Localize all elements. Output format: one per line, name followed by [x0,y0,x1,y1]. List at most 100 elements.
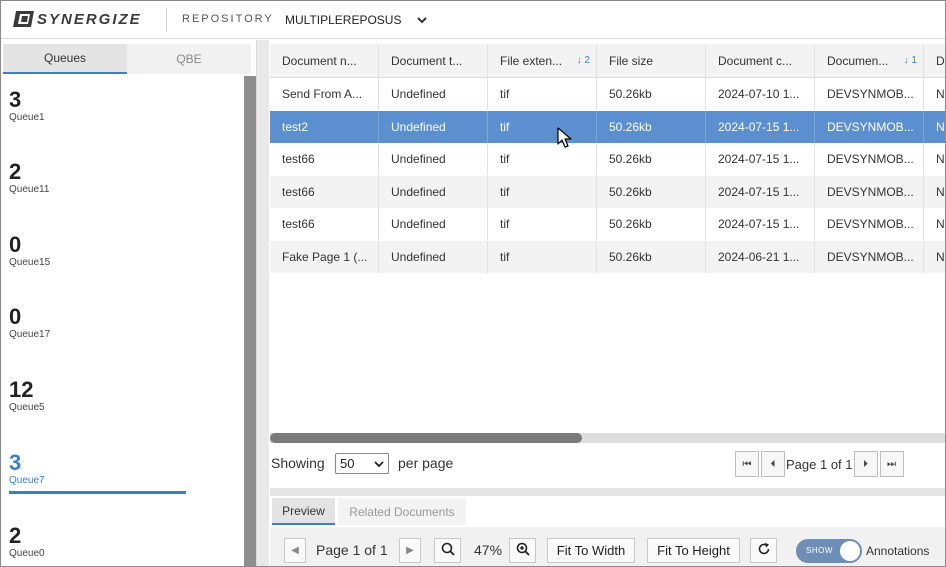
queue-count: 3 [9,87,22,112]
cell-file-extension: tif [488,143,597,175]
first-page-button[interactable]: ⏮ [735,451,759,477]
cell-file-extension: tif [488,110,597,143]
cell-document-created: 2024-07-15 1... [706,208,815,240]
queue-item-queue5[interactable]: 12 Queue5 [9,378,239,414]
column-header-file-extension[interactable]: File exten... ↓ 2 [488,44,597,78]
last-page-button[interactable]: ⏭ [879,451,904,477]
column-header-document-type[interactable]: Document t... [379,44,488,78]
chevron-down-icon [415,13,429,30]
table-row[interactable]: Fake Page 1 (... Undefined tif 50.26kb 2024-… [270,240,945,273]
table-row[interactable]: test66 Undefined tif 50.26kb 2024-07-15 1...… [270,175,945,208]
document-grid: Document n... Document t... File exten..… [270,44,945,274]
table-row[interactable]: test2 Undefined tif 50.26kb 2024-07-15 1... D… [270,110,945,143]
header-divider [166,8,167,32]
cell-document-type: Undefined [379,110,488,143]
column-header-document-owner[interactable]: Documen... ↓ 1 [815,44,924,78]
cell-document-owner: DEVSYNMOB... [815,240,924,273]
table-row[interactable]: Send From A... Undefined tif 50.26kb 2024-07… [270,78,945,110]
fit-to-height-button[interactable]: Fit To Height [647,538,740,563]
queue-count: 0 [9,232,22,257]
chevron-right-icon: ▶ [406,545,414,556]
per-page-label: per page [398,455,454,471]
column-header-extra[interactable]: Do [924,44,945,78]
cell-document-owner: DEVSYNMOB... [815,110,924,143]
zoom-in-icon [516,542,530,559]
cell-file-size: 50.26kb [597,240,706,273]
refresh-button[interactable] [750,538,777,563]
grid-header-row: Document n... Document t... File exten..… [270,44,945,78]
zoom-in-button[interactable] [509,538,536,563]
column-header-label: Document c... [718,53,793,68]
top-header: SYNERGIZE REPOSITORY MULTIPLEREPOSUS [1,1,945,39]
annotations-label: Annotations [866,544,930,558]
queue-list: 3 Queue1 2 Queue11 0 Queue15 0 Queue17 1… [1,80,243,566]
queue-item-queue0[interactable]: 2 Queue0 [9,524,239,560]
cell-document-name: test2 [270,110,379,143]
queue-name: Queue17 [9,329,51,340]
per-page-select[interactable]: 50 [335,453,389,474]
repository-value: MULTIPLEREPOSUS [285,13,402,27]
queue-count: 2 [9,159,22,184]
cell-document-type: Undefined [379,208,488,240]
tab-preview[interactable]: Preview [272,498,335,525]
grid-hscroll-thumb[interactable] [270,433,582,443]
cell-document-type: Undefined [379,143,488,175]
next-page-icon: ⏵ [863,458,868,470]
fit-to-width-button[interactable]: Fit To Width [547,538,635,563]
preview-splitter[interactable] [270,488,945,496]
cell-extra: No [924,78,945,110]
table-row[interactable]: test66 Undefined tif 50.26kb 2024-07-15 1...… [270,143,945,175]
panel-splitter[interactable] [257,40,269,566]
column-header-document-name[interactable]: Document n... [270,44,379,78]
toggle-knob [840,541,860,561]
queue-item-queue17[interactable]: 0 Queue17 [9,305,239,341]
grid-page-text: Page 1 of 1 [786,456,853,472]
selected-queue-indicator [9,491,186,494]
queue-item-queue1[interactable]: 3 Queue1 [9,88,239,124]
repository-label: REPOSITORY [182,13,274,25]
tab-related-documents[interactable]: Related Documents [338,498,466,525]
zoom-out-button[interactable] [434,538,461,563]
cell-document-name: Fake Page 1 (... [270,240,379,273]
cell-document-created: 2024-07-10 1... [706,78,815,110]
prev-page-button[interactable]: ⏴ [761,451,785,477]
queue-count: 0 [9,304,22,329]
queue-scrollbar-thumb[interactable] [244,76,256,566]
logo-mark-icon [13,10,35,28]
cell-file-size: 50.26kb [597,78,706,110]
tab-queues[interactable]: Queues [3,44,127,74]
zoom-level: 47% [474,542,503,558]
annotations-toggle[interactable]: SHOW [796,539,862,563]
sort-indicator: ↓ 1 [903,55,917,66]
column-header-file-size[interactable]: File size [597,44,706,78]
column-header-document-created[interactable]: Document c... [706,44,815,78]
queue-item-queue15[interactable]: 0 Queue15 [9,233,239,269]
preview-next-page-button[interactable]: ▶ [399,538,421,563]
cell-document-type: Undefined [379,78,488,110]
queue-count: 12 [9,377,34,402]
cell-file-size: 50.26kb [597,143,706,175]
cell-extra: No [924,240,945,273]
first-page-icon: ⏮ [742,458,752,470]
queue-name: Queue15 [9,257,51,268]
tab-qbe[interactable]: QBE [127,44,251,74]
queue-item-queue11[interactable]: 2 Queue11 [9,160,239,196]
queue-item-queue7[interactable]: 3 Queue7 [9,451,239,487]
refresh-icon [757,542,771,559]
repository-select[interactable]: MULTIPLEREPOSUS [275,7,433,33]
cell-document-created: 2024-07-15 1... [706,143,815,175]
per-page-value: 50 [340,456,355,471]
cell-document-name: test66 [270,208,379,240]
app-window: SYNERGIZE REPOSITORY MULTIPLEREPOSUS Que… [0,0,946,567]
table-row[interactable]: test66 Undefined tif 50.26kb 2024-07-15 1...… [270,208,945,240]
cell-file-extension: tif [488,78,597,110]
cell-document-owner: DEVSYNMOB... [815,78,924,110]
prev-page-icon: ⏴ [770,458,776,470]
logo-text: SYNERGIZE [37,10,142,28]
preview-prev-page-button[interactable]: ◀ [284,538,306,563]
column-header-label: File size [609,53,654,68]
cell-document-created: 2024-07-15 1... [706,175,815,208]
last-page-icon: ⏭ [887,458,896,470]
next-page-button[interactable]: ⏵ [853,451,878,477]
cell-extra: No [924,175,945,208]
